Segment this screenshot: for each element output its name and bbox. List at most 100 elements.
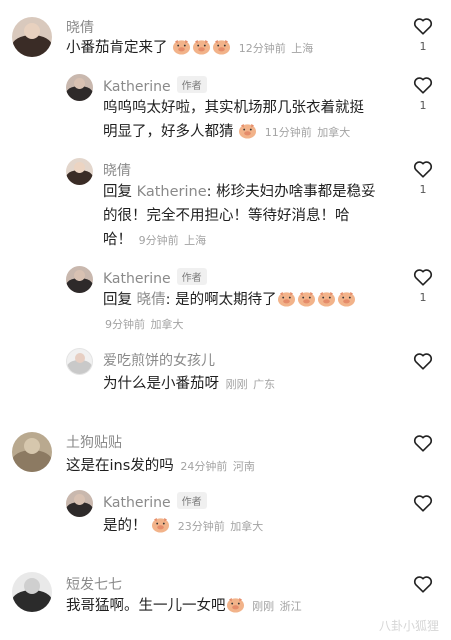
- pig-face-emoji-icon: [173, 39, 191, 55]
- username-link[interactable]: Katherine: [103, 495, 171, 511]
- comment-text: 回复 Katherine: 彬珍夫妇办啥事都是稳妥 的很！完全不用担心！等待好消…: [103, 180, 393, 253]
- comment-text: 小番茄肯定来了 12分钟前 上海: [66, 36, 313, 61]
- comment-text: 回复 晓倩: 是的啊太期待了 9分钟前 加拿大: [103, 288, 393, 337]
- avatar[interactable]: [66, 348, 93, 375]
- comment-location: 河南: [232, 460, 255, 473]
- comment-meta: 刚刚 浙江: [250, 600, 302, 613]
- author-badge: 作者: [176, 76, 207, 93]
- like-button[interactable]: [411, 434, 435, 452]
- heart-outline-icon: [413, 269, 433, 286]
- username-link[interactable]: Katherine: [103, 79, 171, 95]
- comment-meta: 刚刚 广东: [224, 378, 276, 391]
- reply-prefix: 回复: [103, 184, 132, 200]
- comment-body-line1: : 彬珍夫妇办啥事都是稳妥: [206, 184, 376, 200]
- comment-time: 刚刚: [252, 600, 275, 613]
- heart-outline-icon: [413, 18, 433, 35]
- comment-username: Katherine 作者: [103, 492, 207, 511]
- comment-meta: 12分钟前 上海: [237, 42, 314, 55]
- comment-text: 为什么是小番茄呀 刚刚 广东: [103, 372, 393, 397]
- comment-text: 是的！ 23分钟前 加拿大: [103, 514, 393, 539]
- heart-outline-icon: [413, 435, 433, 452]
- avatar[interactable]: [66, 158, 93, 185]
- emoji-group: [172, 39, 237, 56]
- comment-location: 上海: [291, 42, 314, 55]
- avatar[interactable]: [66, 490, 93, 517]
- comment-username: Katherine 作者: [103, 268, 207, 287]
- avatar[interactable]: [66, 74, 93, 101]
- comment-time: 24分钟前: [180, 460, 228, 473]
- comment-meta: 23分钟前 加拿大: [176, 520, 264, 533]
- comment-username[interactable]: 土狗贴贴: [66, 432, 122, 452]
- comment-body: 这是在ins发的吗: [66, 458, 174, 474]
- avatar[interactable]: [12, 432, 52, 472]
- comment-username[interactable]: 晓倩: [66, 17, 94, 37]
- heart-outline-icon: [413, 353, 433, 370]
- comment-body: : 是的啊太期待了: [165, 292, 277, 308]
- watermark: 八卦小狐狸: [378, 619, 439, 633]
- username-link[interactable]: Katherine: [103, 271, 171, 287]
- comment-meta: 11分钟前 加拿大: [263, 126, 351, 139]
- like-count: 1: [419, 40, 427, 53]
- comment-location: 浙江: [279, 600, 302, 613]
- comment-text: 呜呜呜太好啦，其实机场那几张衣着就挺 明显了，好多人都猜 11分钟前 加拿大: [103, 96, 393, 145]
- like-button[interactable]: 1: [411, 17, 435, 53]
- like-button[interactable]: 1: [411, 160, 435, 196]
- pig-face-emoji-icon: [317, 291, 335, 307]
- comment-body: 小番茄肯定来了: [66, 40, 168, 56]
- comment-location: 上海: [184, 234, 207, 247]
- author-badge: 作者: [176, 268, 207, 285]
- avatar[interactable]: [12, 572, 52, 612]
- comment-time: 刚刚: [225, 378, 248, 391]
- avatar[interactable]: [66, 266, 93, 293]
- comment-meta: 9分钟前 加拿大: [103, 318, 184, 331]
- comment-username: Katherine 作者: [103, 76, 207, 95]
- comment-body: 为什么是小番茄呀: [103, 376, 219, 392]
- like-button[interactable]: [411, 575, 435, 593]
- like-button[interactable]: 1: [411, 76, 435, 112]
- author-badge: 作者: [176, 492, 207, 509]
- pig-face-emoji-icon: [226, 597, 244, 613]
- comment-location: 加拿大: [317, 126, 351, 139]
- comment-body-line2: 的很！完全不用担心！等待好消息！哈: [103, 208, 350, 224]
- pig-face-emoji-icon: [239, 123, 257, 139]
- comment-time: 23分钟前: [177, 520, 225, 533]
- pig-face-emoji-icon: [297, 291, 315, 307]
- comment-body: 是的！: [103, 518, 147, 534]
- heart-outline-icon: [413, 495, 433, 512]
- heart-outline-icon: [413, 77, 433, 94]
- like-button[interactable]: [411, 494, 435, 512]
- comment-time: 9分钟前: [138, 234, 179, 247]
- pig-face-emoji-icon: [193, 39, 211, 55]
- comment-text: 我哥猛啊。生一儿一女吧 刚刚 浙江: [66, 594, 386, 619]
- pig-face-emoji-icon: [337, 291, 355, 307]
- like-button[interactable]: [411, 352, 435, 370]
- comment-time: 11分钟前: [264, 126, 312, 139]
- reply-prefix: 回复: [103, 292, 132, 308]
- comment-text: 这是在ins发的吗 24分钟前 河南: [66, 454, 386, 479]
- comment-location: 加拿大: [150, 318, 184, 331]
- comment-username[interactable]: 爱吃煎饼的女孩儿: [103, 350, 215, 370]
- reply-target[interactable]: 晓倩: [137, 292, 166, 308]
- comment-location: 广东: [253, 378, 276, 391]
- comment-meta: 9分钟前 上海: [137, 234, 207, 247]
- like-count: 1: [419, 183, 427, 196]
- comment-body-line2: 明显了，好多人都猜: [103, 124, 234, 140]
- comment-location: 加拿大: [230, 520, 264, 533]
- avatar[interactable]: [12, 17, 52, 57]
- comment-time: 9分钟前: [105, 318, 145, 331]
- comment-body: 我哥猛啊。生一儿一女吧: [66, 598, 226, 614]
- comment-username[interactable]: 晓倩: [103, 160, 131, 180]
- reply-target[interactable]: Katherine: [137, 184, 207, 200]
- comment-time: 12分钟前: [238, 42, 286, 55]
- comment-body-line3: 哈！: [103, 232, 132, 248]
- heart-outline-icon: [413, 161, 433, 178]
- like-count: 1: [419, 99, 427, 112]
- like-count: 1: [419, 291, 427, 304]
- comment-username[interactable]: 短发七七: [66, 574, 122, 594]
- pig-face-emoji-icon: [152, 517, 170, 533]
- pig-face-emoji-icon: [213, 39, 231, 55]
- heart-outline-icon: [413, 576, 433, 593]
- comment-meta: 24分钟前 河南: [178, 460, 255, 473]
- like-button[interactable]: 1: [411, 268, 435, 304]
- pig-face-emoji-icon: [277, 291, 295, 307]
